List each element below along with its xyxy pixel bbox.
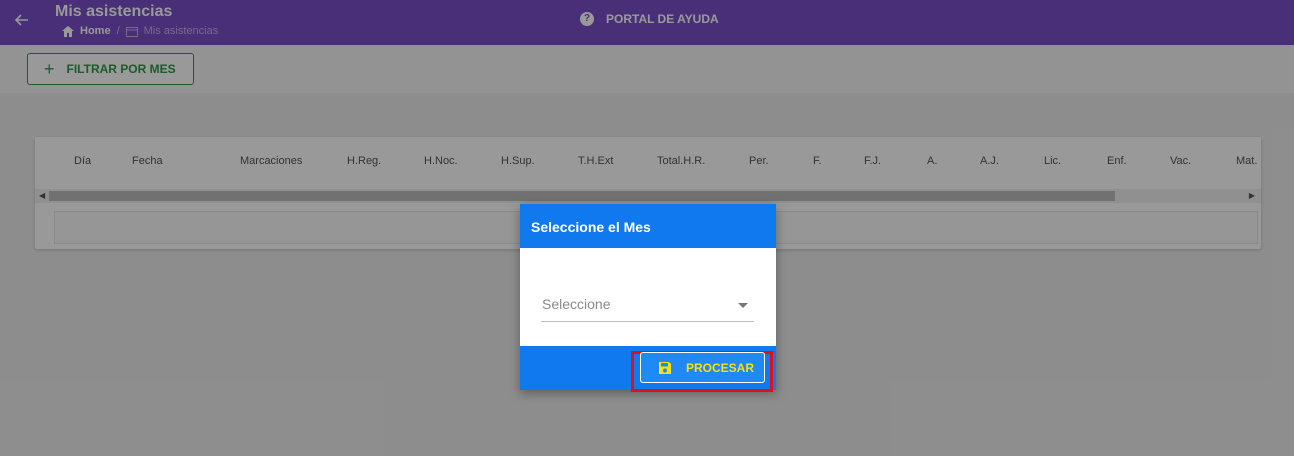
month-select-dialog: Seleccione el Mes Seleccione PROCESAR xyxy=(520,204,776,392)
process-button[interactable]: PROCESAR xyxy=(640,352,765,383)
process-button-label: PROCESAR xyxy=(686,360,755,375)
month-select-placeholder: Seleccione xyxy=(542,296,611,312)
month-select[interactable]: Seleccione xyxy=(541,289,754,322)
dialog-title: Seleccione el Mes xyxy=(520,204,776,248)
caret-down-icon xyxy=(738,303,748,308)
save-icon xyxy=(659,361,671,374)
